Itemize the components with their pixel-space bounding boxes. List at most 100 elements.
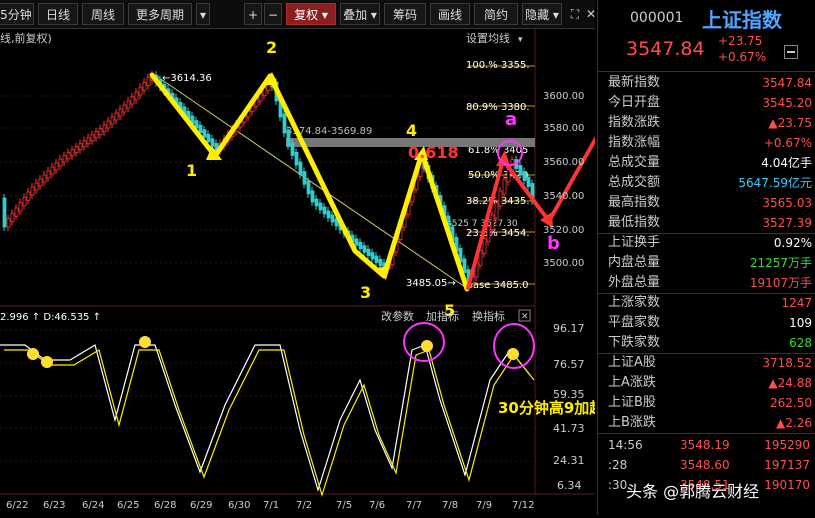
quote-row-label: 指数涨跌: [608, 115, 661, 130]
quote-row: 上证换手 0.92%: [598, 233, 815, 253]
candle-body: [18, 202, 23, 212]
candle-body: [522, 171, 527, 181]
candle-body: [74, 146, 79, 154]
quote-row: 上证B股 262.50: [598, 393, 815, 413]
hide-label: 隐藏: [525, 8, 550, 22]
candle-body: [86, 137, 91, 145]
quote-row-label: 总成交额: [608, 175, 661, 190]
indicator-close-glyph: ✕: [521, 312, 529, 322]
quote-row: 总成交额 5647.59亿元: [598, 173, 815, 193]
tick-time: :28: [608, 458, 628, 472]
add-indicator-button[interactable]: 加指标: [426, 309, 459, 323]
chart-title: 线,前复权): [0, 31, 52, 45]
hide-button[interactable]: 隐藏 ▾: [522, 3, 562, 25]
candle-body: [314, 198, 319, 207]
indicator-label: 2.996 ↑ D:46.535 ↑: [0, 312, 101, 323]
quote-row-label: 上证A股: [608, 355, 656, 370]
candle-body: [286, 129, 291, 147]
change-params-button[interactable]: 改参数: [381, 309, 414, 323]
indicator-annotation: 30分钟高9加超买死叉: [498, 399, 595, 417]
overlay-button[interactable]: 叠加 ▾: [340, 3, 380, 25]
draw-line-button[interactable]: 画线: [430, 3, 470, 25]
ma-dropdown-icon[interactable]: ▾: [518, 35, 523, 45]
candle-body: [486, 226, 491, 243]
indicator-k-line: [0, 344, 531, 493]
date-tick: 7/5: [336, 500, 352, 511]
candle-body: [30, 186, 35, 196]
quote-row-value: 3718.52: [762, 356, 812, 370]
high-value: 3614.36: [170, 73, 211, 84]
price-tick: 3560.00: [543, 157, 584, 168]
date-tick: 6/28: [154, 500, 176, 511]
stock-name[interactable]: 上证指数: [702, 4, 782, 33]
date-tick: 6/24: [82, 500, 104, 511]
price-tick: 3520.00: [543, 225, 584, 236]
chips-button[interactable]: 筹码: [384, 3, 426, 25]
quote-row: 上涨家数 1247: [598, 293, 815, 313]
quote-row: 内盘总量 21257万手: [598, 253, 815, 273]
chart-toolbar: 5分钟 日线 周线 更多周期 ▾ + − 复权 ▾ 叠加 ▾ 筹码 画线 简约 …: [0, 0, 596, 29]
ind-tick: 41.73: [553, 422, 585, 435]
candle-body: [2, 197, 7, 228]
zoom-in-button[interactable]: +: [244, 3, 262, 25]
switch-indicator-button[interactable]: 换指标: [472, 309, 505, 323]
quote-row-value: ▲23.75: [768, 116, 812, 130]
quote-row: 上证A股 3718.52: [598, 353, 815, 373]
quote-row-label: 指数涨幅: [608, 135, 661, 150]
more-periods-menu[interactable]: 更多周期: [128, 3, 192, 25]
low-value: 3485.05: [406, 278, 447, 289]
fib-label: 100.% 3355.: [466, 60, 530, 71]
quote-row-label: 下跌家数: [608, 335, 661, 350]
quote-row-label: 上A涨跌: [608, 375, 656, 390]
wave-letter: a: [505, 109, 517, 130]
wave-number: 1: [186, 161, 197, 180]
quote-row: 最高指数 3565.03: [598, 193, 815, 213]
candle-body: [22, 196, 27, 207]
quote-header: 000001 上证指数 3547.84 +23.75 +0.67%: [598, 0, 815, 70]
daily-tab[interactable]: 日线: [38, 3, 78, 25]
date-tick: 7/9: [476, 500, 492, 511]
quote-row-value: +0.67%: [763, 136, 812, 150]
period-5min-tab[interactable]: 5分钟: [0, 3, 34, 25]
candle-body: [126, 100, 131, 109]
overbought-circle-2: [493, 323, 535, 369]
quote-row: 指数涨跌 ▲23.75: [598, 113, 815, 133]
quote-row-value: 1247: [781, 296, 812, 310]
price-change-pct: +0.67%: [718, 50, 767, 64]
date-tick: 7/7: [406, 500, 422, 511]
wave-letter: b: [547, 233, 560, 254]
more-periods-dropdown-icon[interactable]: ▾: [196, 3, 210, 25]
restore-label: 复权: [294, 8, 319, 22]
candle-body: [330, 214, 335, 223]
candle-body: [354, 238, 359, 246]
simple-mode-button[interactable]: 简约: [474, 3, 518, 25]
zoom-out-button[interactable]: −: [264, 3, 282, 25]
candle-body: [122, 104, 127, 113]
fib-label: Base 3485.0: [466, 280, 529, 291]
collapse-icon[interactable]: [784, 45, 798, 59]
candle-body: [10, 212, 15, 223]
candle-body: [42, 174, 47, 183]
ma-setting-link[interactable]: 设置均线: [466, 31, 510, 45]
quote-row-value: 21257万手: [749, 256, 812, 270]
candle-body: [210, 138, 215, 147]
wave-number: 4: [406, 121, 417, 140]
quote-row-label: 上涨家数: [608, 295, 661, 310]
candle-body: [198, 124, 203, 134]
kline-chart-svg[interactable]: 线,前复权) 设置均线 ▾ 100.% 3355. 80.9% 3380. 61…: [0, 28, 650, 515]
date-tick: 6/30: [228, 500, 250, 511]
divider: [598, 433, 815, 434]
candle-body: [110, 116, 115, 125]
candle-body: [98, 128, 103, 136]
date-tick: 7/12: [512, 500, 534, 511]
quote-row-label: 总成交量: [608, 155, 661, 170]
candle-body: [114, 112, 119, 121]
price-tick: 3600.00: [543, 91, 584, 102]
candle-body: [294, 151, 299, 166]
date-tick: 6/25: [117, 500, 139, 511]
quote-row-label: 今日开盘: [608, 95, 661, 110]
candle-body: [54, 162, 59, 171]
weekly-tab[interactable]: 周线: [82, 3, 124, 25]
stock-code: 000001: [630, 10, 684, 26]
restore-rights-button[interactable]: 复权 ▾: [286, 3, 336, 25]
